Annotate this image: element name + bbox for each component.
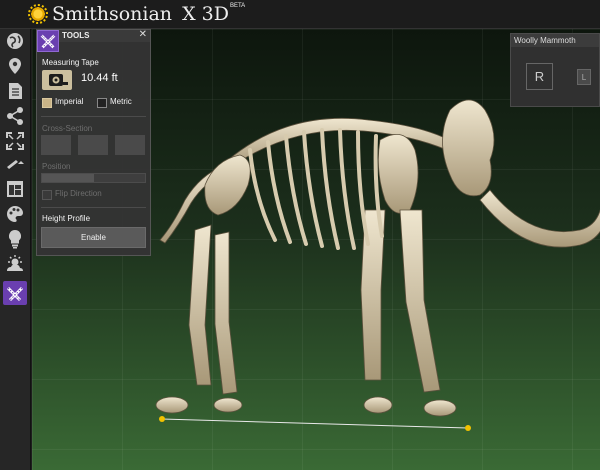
cross-section-y-button[interactable] <box>78 135 108 155</box>
close-icon[interactable]: ✕ <box>139 29 147 40</box>
position-slider[interactable] <box>41 173 146 183</box>
divider <box>41 207 146 208</box>
imperial-label: Imperial <box>55 97 84 106</box>
metric-checkbox[interactable] <box>97 98 107 108</box>
imperial-checkbox[interactable] <box>42 98 52 108</box>
beta-badge: BETA <box>229 3 246 9</box>
measuring-tape-label: Measuring Tape <box>42 58 99 67</box>
share-icon[interactable] <box>3 104 27 128</box>
document-icon[interactable] <box>3 79 27 103</box>
brand-title: Smithsonian X 3DBETA <box>52 3 245 25</box>
tools-panel-icon <box>37 30 59 52</box>
weather-icon[interactable] <box>3 252 27 276</box>
height-profile-label: Height Profile <box>42 214 91 223</box>
left-toolbar <box>0 29 31 470</box>
tools-panel-header: TOOLS ✕ <box>37 29 150 52</box>
flip-direction-label: Flip Direction <box>55 189 102 198</box>
flip-direction-checkbox[interactable] <box>42 190 52 200</box>
l-button[interactable]: L <box>577 69 591 85</box>
top-bar: Smithsonian X 3DBETA <box>0 0 600 29</box>
enable-height-profile-button[interactable]: Enable <box>41 227 146 248</box>
fullscreen-icon[interactable] <box>3 129 27 153</box>
measure-end-marker <box>465 425 471 431</box>
cross-section-z-button[interactable] <box>115 135 145 155</box>
position-slider-fill <box>42 174 94 182</box>
tools-icon[interactable] <box>3 281 27 305</box>
measure-start-marker <box>159 416 165 422</box>
model-panel-title: Woolly Mammoth <box>511 34 599 47</box>
divider <box>41 116 146 117</box>
product-name: X 3D <box>182 3 229 25</box>
globe-icon[interactable] <box>3 29 27 53</box>
tools-panel: TOOLS ✕ Measuring Tape 10.44 ft Imperial… <box>36 29 151 256</box>
lightbulb-icon[interactable] <box>3 227 27 251</box>
model-panel: Woolly Mammoth R L <box>510 33 600 107</box>
layout-icon[interactable] <box>3 177 27 201</box>
measurement-line <box>161 418 469 429</box>
tools-panel-title: TOOLS <box>62 31 90 40</box>
metric-label: Metric <box>110 97 132 106</box>
measurement-value: 10.44 ft <box>81 72 118 84</box>
brand-name: Smithsonian <box>52 3 173 25</box>
palette-icon[interactable] <box>3 202 27 226</box>
measuring-tape-icon[interactable] <box>42 70 72 90</box>
pen-icon[interactable] <box>3 154 27 172</box>
cross-section-x-button[interactable] <box>41 135 71 155</box>
position-label: Position <box>42 162 71 171</box>
r-button[interactable]: R <box>526 63 553 90</box>
smithsonian-sun-logo <box>28 4 48 24</box>
pin-icon[interactable] <box>3 54 27 78</box>
cross-section-label: Cross-Section <box>42 124 93 133</box>
